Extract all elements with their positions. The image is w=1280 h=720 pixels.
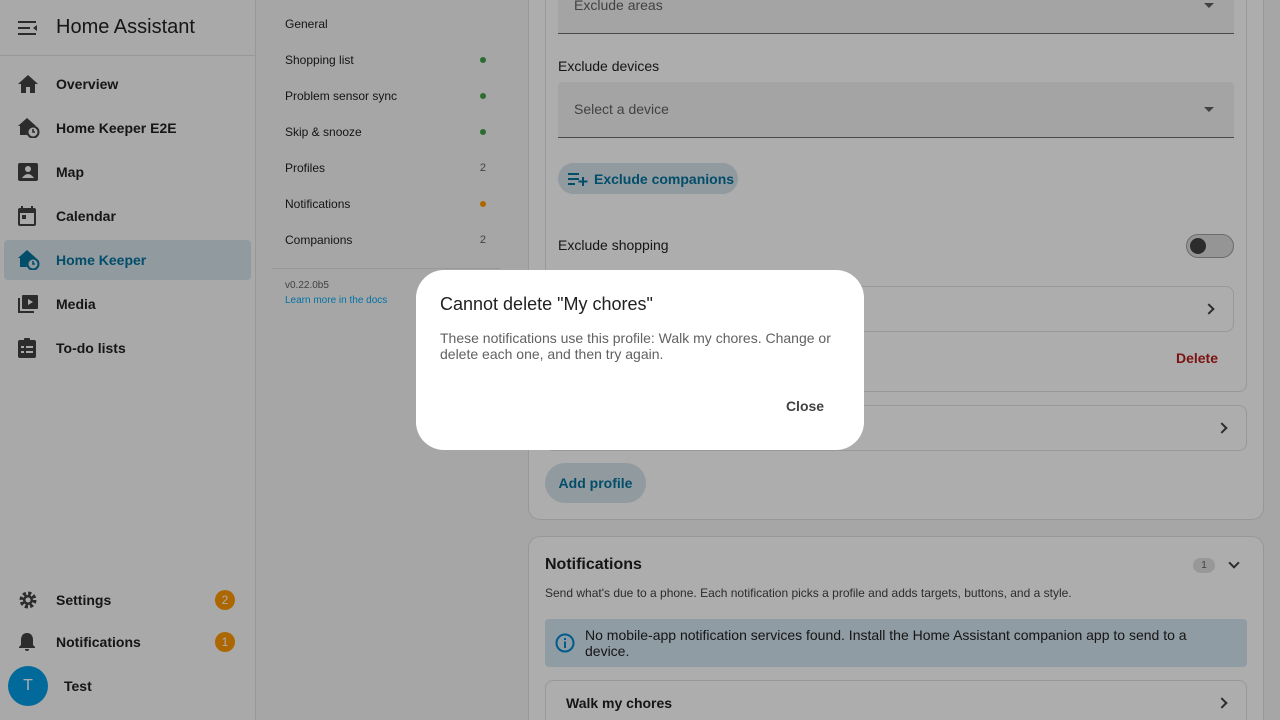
dialog-title: Cannot delete "My chores": [440, 294, 653, 314]
cannot-delete-dialog: Cannot delete "My chores" These notifica…: [416, 270, 864, 450]
dialog-body: These notifications use this profile: Wa…: [440, 330, 831, 362]
close-button[interactable]: Close: [780, 394, 830, 418]
